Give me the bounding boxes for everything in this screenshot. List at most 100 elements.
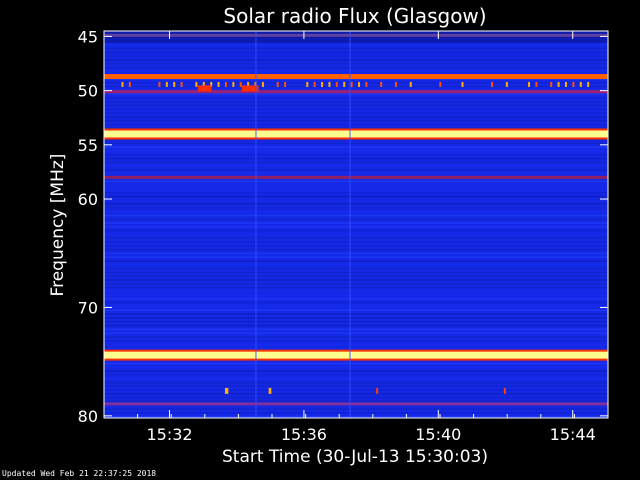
noise-row: [104, 245, 608, 247]
y-tick-label: 50: [78, 82, 98, 101]
noise-row: [104, 412, 608, 414]
noise-row: [104, 97, 608, 99]
noise-row: [104, 252, 608, 255]
spike-mark: [321, 81, 324, 87]
spike-mark: [587, 81, 590, 87]
persistent-band: [104, 90, 608, 94]
spike-mark: [195, 81, 198, 87]
spike-mark: [335, 81, 338, 87]
noise-row: [104, 332, 608, 334]
spike-mark: [394, 81, 397, 87]
noise-row: [104, 66, 608, 69]
updated-timestamp: Updated Wed Feb 21 22:37:25 2018: [2, 469, 157, 478]
x-tick-label: 15:36: [281, 425, 327, 444]
noise-row: [104, 389, 608, 391]
spike-mark: [535, 81, 538, 87]
noise-row: [104, 59, 608, 61]
noise-row: [104, 112, 608, 114]
noise-row: [104, 146, 608, 148]
noise-row: [104, 279, 608, 281]
noise-row: [104, 256, 608, 258]
noise-row: [104, 260, 608, 262]
noise-row: [104, 237, 608, 240]
noise-row: [104, 313, 608, 315]
noise-row: [104, 381, 608, 384]
noise-row: [104, 62, 608, 65]
noise-row: [104, 51, 608, 54]
spike-mark: [284, 81, 287, 87]
noise-row: [104, 248, 608, 251]
spike-mark: [365, 81, 368, 87]
noise-row: [104, 173, 608, 175]
spike-mark: [505, 81, 508, 87]
noise-row: [104, 320, 608, 323]
spike-mark: [128, 81, 131, 87]
noise-row: [104, 286, 608, 289]
noise-row: [104, 302, 608, 304]
noise-row: [104, 154, 608, 156]
noise-row: [104, 226, 608, 228]
spike-mark: [461, 81, 464, 87]
vertical-feature: [349, 31, 351, 418]
noise-row: [104, 415, 608, 418]
noise-row: [104, 47, 608, 50]
x-axis-label: Start Time (30-Jul-13 15:30:03): [222, 447, 488, 467]
noise-row: [104, 218, 608, 221]
noise-row: [104, 370, 608, 372]
noise-row: [104, 85, 608, 88]
noise-row: [104, 108, 608, 111]
noise-row: [104, 55, 608, 57]
spike-mark: [239, 81, 242, 87]
x-tick-label: 15:40: [415, 425, 461, 444]
chart-title: Solar radio Flux (Glasgow): [223, 4, 486, 28]
noise-row: [104, 188, 608, 190]
spike-mark: [491, 81, 494, 87]
burst-mark: [376, 387, 379, 394]
spike-mark: [224, 81, 227, 87]
burst-mark: [503, 387, 506, 394]
noise-row: [104, 309, 608, 312]
spike-mark: [173, 81, 176, 87]
noise-row: [104, 298, 608, 300]
persistent-band: [104, 351, 608, 359]
noise-row: [104, 374, 608, 376]
noise-row: [104, 157, 608, 160]
spike-mark: [158, 81, 161, 87]
low-signal-region: [104, 31, 608, 43]
noise-row: [104, 93, 608, 95]
spike-mark: [380, 81, 383, 87]
noise-row: [104, 81, 608, 84]
spike-mark: [528, 81, 531, 87]
burst-mark: [268, 387, 272, 394]
spike-mark: [358, 81, 361, 87]
vertical-feature: [255, 31, 257, 418]
noise-row: [104, 317, 608, 319]
noise-row: [104, 210, 608, 213]
spike-mark: [306, 81, 309, 87]
noise-row: [104, 229, 608, 232]
spectrogram-chart: Solar radio Flux (Glasgow) 455055607080 …: [48, 4, 609, 467]
noise-row: [104, 408, 608, 410]
noise-row: [104, 290, 608, 293]
noise-row: [104, 275, 608, 277]
noise-row: [104, 191, 608, 194]
y-tick-label: 45: [78, 27, 98, 46]
spike-mark: [350, 81, 353, 87]
burst-mark: [224, 387, 229, 394]
noise-row: [104, 324, 608, 327]
burst-mark: [198, 85, 212, 92]
noise-row: [104, 203, 608, 205]
noise-row: [104, 377, 608, 380]
noise-row: [104, 336, 608, 338]
spike-mark: [557, 81, 560, 87]
plot-area: [103, 30, 609, 419]
y-tick-label: 60: [78, 190, 98, 209]
noise-row: [104, 150, 608, 152]
noise-row: [104, 214, 608, 217]
noise-row: [104, 116, 608, 118]
noise-row: [104, 347, 608, 350]
noise-row: [104, 169, 608, 171]
noise-row: [104, 264, 608, 266]
spike-mark: [550, 81, 553, 87]
noise-row: [104, 385, 608, 387]
